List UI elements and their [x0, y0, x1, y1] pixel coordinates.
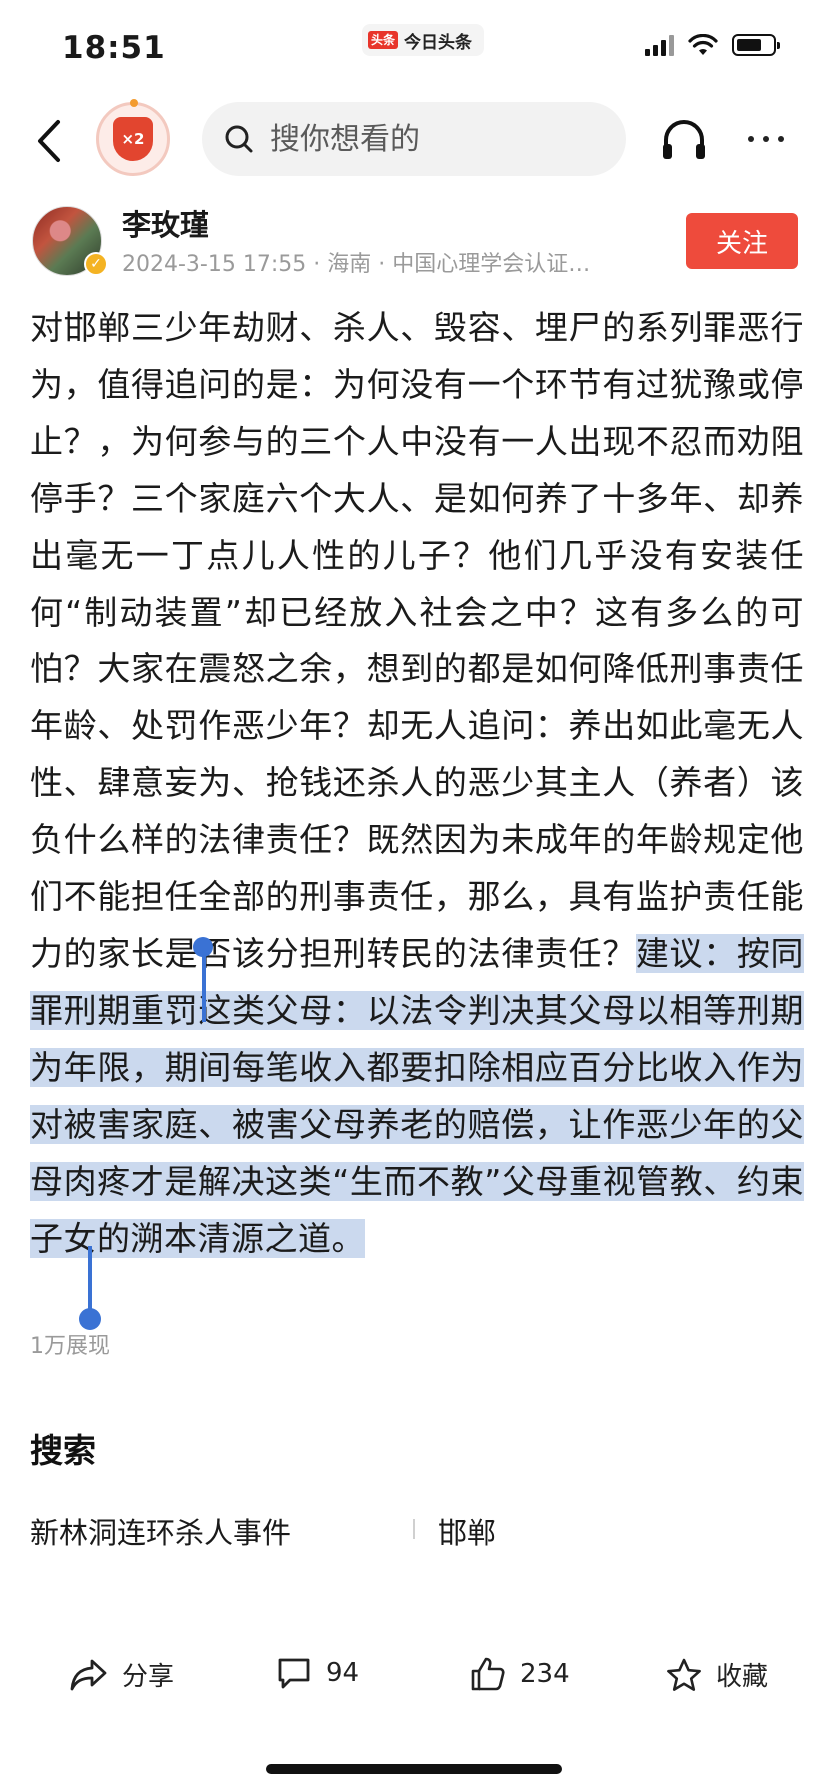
- like-button[interactable]: 234: [470, 1656, 570, 1692]
- status-icons: [645, 34, 780, 56]
- share-label: 分享: [122, 1662, 175, 1692]
- shield-icon: ×2: [113, 117, 153, 161]
- search-section-title: 搜索: [30, 1431, 96, 1470]
- back-arrow-icon[interactable]: [30, 118, 70, 164]
- author-name[interactable]: 李玫瑾: [122, 202, 209, 244]
- thumbs-up-icon: [471, 1657, 505, 1691]
- selection-handle-start[interactable]: [202, 948, 206, 1022]
- search-bar[interactable]: [202, 102, 626, 176]
- like-count: 234: [520, 1659, 570, 1689]
- article-body[interactable]: 对邯郸三少年劫财、杀人、毁容、埋尸的系列罪恶行为，值得追问的是：为何没有一个环节…: [30, 300, 805, 1267]
- view-count: 1万展现: [30, 1334, 110, 1359]
- follow-button[interactable]: 关注: [686, 213, 798, 269]
- signal-icon: [645, 34, 674, 56]
- comment-icon: [278, 1658, 310, 1689]
- status-time: 18:51: [62, 30, 166, 66]
- share-button[interactable]: 分享: [70, 1656, 174, 1693]
- app-name: 今日头条: [404, 32, 473, 53]
- app-logo-icon: 头条: [368, 31, 399, 49]
- selected-text[interactable]: 建议：按同罪刑期重罚这类父母：以法令判决其父母以相等刑期为年限，期间每笔收入都要…: [30, 933, 805, 1258]
- search-tag[interactable]: 新林洞连环杀人事件: [30, 1510, 291, 1552]
- search-input[interactable]: [268, 120, 572, 158]
- collect-label: 收藏: [716, 1662, 769, 1692]
- selection-handle-start-knob[interactable]: [193, 937, 213, 957]
- post-meta: 2024-3-15 17:55 · 海南 · 中国心理学会认证…: [122, 252, 591, 277]
- tag-divider: [413, 1519, 415, 1539]
- home-indicator[interactable]: [266, 1764, 562, 1774]
- collect-button[interactable]: 收藏: [666, 1656, 768, 1693]
- star-icon: [667, 1658, 701, 1691]
- article-text: 对邯郸三少年劫财、杀人、毁容、埋尸的系列罪恶行为，值得追问的是：为何没有一个环节…: [30, 308, 804, 973]
- more-icon[interactable]: [748, 136, 784, 142]
- search-icon: [225, 125, 253, 153]
- battery-icon: [732, 34, 780, 56]
- headphones-icon[interactable]: [660, 118, 708, 162]
- comment-count: 94: [326, 1658, 360, 1688]
- comment-button[interactable]: 94: [276, 1656, 359, 1690]
- badge-dot-icon: [130, 99, 138, 107]
- wifi-icon: [688, 34, 718, 55]
- selection-handle-end-knob[interactable]: [79, 1308, 101, 1330]
- verified-icon: ✓: [84, 252, 108, 276]
- share-icon: [70, 1659, 107, 1690]
- app-indicator[interactable]: 头条 今日头条: [362, 24, 485, 56]
- reward-badge[interactable]: ×2: [96, 99, 170, 176]
- search-tag[interactable]: 邯郸: [438, 1510, 496, 1552]
